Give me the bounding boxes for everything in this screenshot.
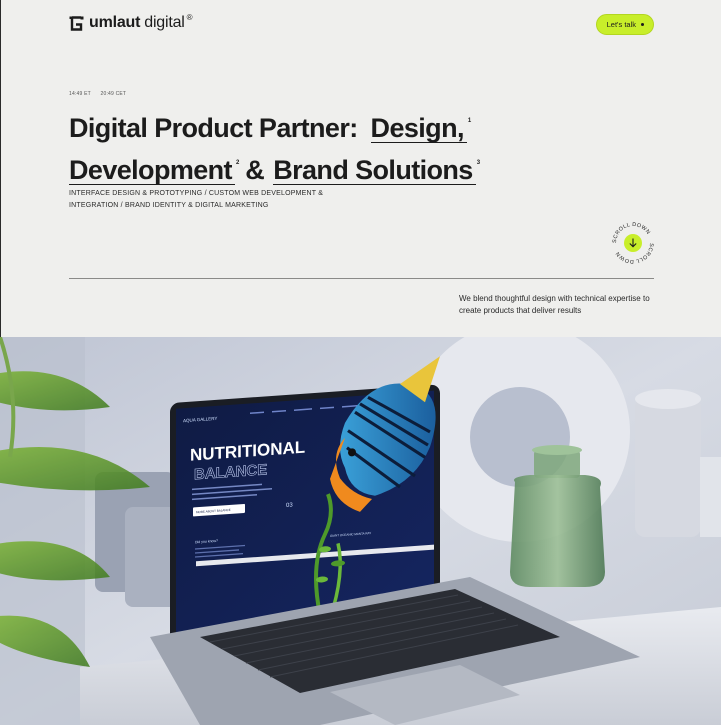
section-divider [69, 278, 654, 279]
tagline: We blend thoughtful design with technica… [459, 294, 650, 315]
umlaut-logo-icon [69, 15, 84, 31]
screen-counter: 03 [286, 502, 293, 509]
headline-text: Digital Product Partner: [69, 113, 358, 143]
ampersand: & [245, 155, 265, 185]
lets-talk-label: Let's talk [606, 20, 636, 29]
dot-icon [641, 23, 644, 26]
footnote-3: 3 [476, 160, 481, 166]
hero-headline: Digital Product Partner: Design, 1 Develo… [69, 111, 649, 195]
scroll-down-button[interactable]: SCROLL DOWN SCROLL DOWN [611, 221, 655, 265]
footnote-1: 1 [467, 118, 472, 124]
design-link[interactable]: Design, [370, 114, 467, 143]
lets-talk-button[interactable]: Let's talk [595, 14, 654, 35]
registered-mark: ® [186, 12, 193, 22]
development-link[interactable]: Development [69, 156, 235, 185]
logo-word-umlaut: umlaut [89, 14, 141, 31]
hero-image: AQUA GALLERY CONTACT US NUTRITIONAL BALA… [0, 337, 721, 725]
frame-edge [0, 0, 1, 337]
time-cet: 20:49 CET [100, 91, 127, 97]
headline-line-1: Digital Product Partner: Design, 1 [69, 111, 649, 153]
time-zones: 14:49 ET 20:49 CET [69, 91, 134, 97]
services-list: INTERFACE DESIGN & PROTOTYPING / CUSTOM … [69, 190, 324, 209]
footnote-2: 2 [235, 160, 240, 166]
brand-solutions-link[interactable]: Brand Solutions [273, 156, 476, 185]
time-et: 14:49 ET [69, 91, 91, 97]
site-header: umlaut digital ® Let's talk [69, 12, 654, 36]
logo-word-digital: digital [144, 14, 185, 31]
logo[interactable]: umlaut digital ® [69, 12, 193, 32]
